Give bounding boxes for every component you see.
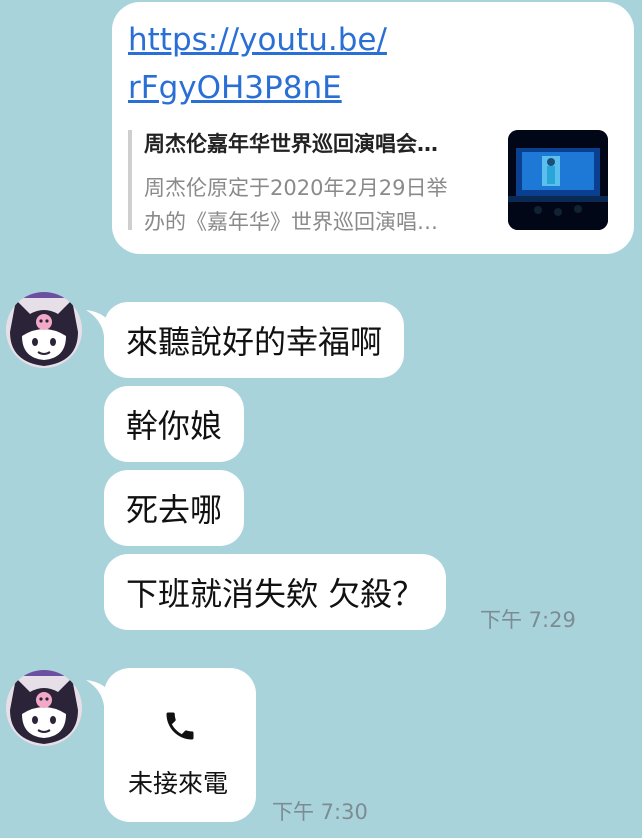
- link-url-line1[interactable]: https://youtu.be/: [128, 16, 387, 64]
- message-timestamp: 下午 7:29: [480, 608, 576, 632]
- preview-title[interactable]: 周杰伦嘉年华世界巡回演唱会…: [144, 128, 438, 158]
- preview-divider: [128, 130, 132, 230]
- preview-thumbnail[interactable]: [508, 130, 608, 230]
- avatar[interactable]: [6, 292, 82, 368]
- preview-desc-line1: 周杰伦原定于2020年2月29日举: [144, 176, 448, 200]
- message-text: 幹你娘: [126, 407, 223, 445]
- message-bubble[interactable]: 幹你娘: [104, 386, 245, 462]
- message-text: 死去哪: [126, 491, 223, 529]
- message-timestamp: 下午 7:30: [272, 800, 368, 824]
- message-text: 下班就消失欸 欠殺？: [126, 575, 425, 613]
- missed-call-label: 未接來電: [128, 769, 229, 798]
- message-text: 來聽說好的幸福啊: [126, 323, 383, 361]
- message-bubble[interactable]: 下班就消失欸 欠殺？: [104, 554, 447, 630]
- phone-icon: [166, 712, 194, 740]
- preview-desc-line2: 办的《嘉年华》世界巡回演唱…: [144, 210, 438, 234]
- avatar[interactable]: [6, 670, 82, 746]
- link-url-line2[interactable]: rFgyOH3P8nE: [128, 64, 342, 112]
- message-bubble[interactable]: 來聽說好的幸福啊: [104, 302, 405, 378]
- message-bubble[interactable]: 死去哪: [104, 470, 245, 546]
